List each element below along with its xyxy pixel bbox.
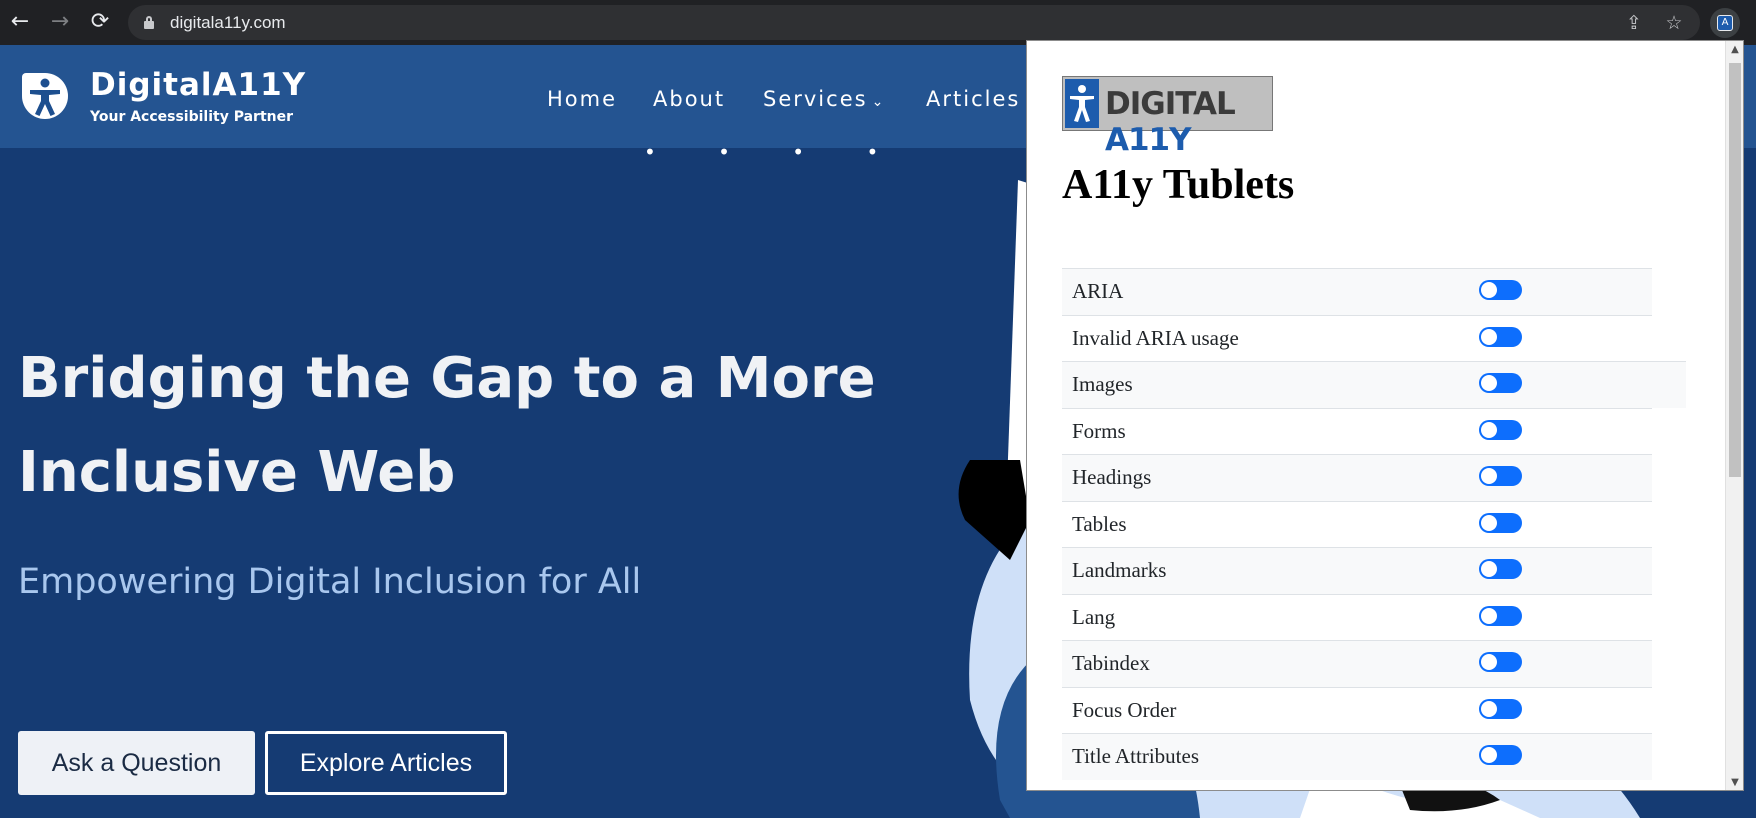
tablet-label: Forms (1072, 418, 1126, 443)
tablet-row-invalid-aria: Invalid ARIA usage (1062, 314, 1652, 361)
extension-button[interactable]: A (1710, 8, 1740, 38)
tablet-list: ARIA Invalid ARIA usage Images Forms Hea… (1062, 268, 1686, 780)
nav-about[interactable]: About (653, 87, 725, 111)
tablet-row-tabindex: Tabindex (1062, 640, 1652, 687)
tablet-label: Headings (1072, 465, 1152, 489)
accessibility-person-icon[interactable] (22, 73, 68, 119)
toggle-switch-forms[interactable] (1479, 419, 1522, 440)
tablet-row-landmarks: Landmarks (1062, 547, 1652, 594)
tablet-row-tables: Tables (1062, 500, 1652, 547)
address-bar[interactable]: digitala11y.com ⇪ ☆ (128, 5, 1700, 40)
accessibility-person-icon (1065, 79, 1099, 128)
toggle-switch-lang[interactable] (1479, 605, 1522, 626)
scroll-up-icon[interactable]: ▲ (1726, 41, 1743, 59)
scroll-down-icon[interactable]: ▼ (1726, 774, 1743, 790)
tablet-label: Tabindex (1072, 651, 1150, 675)
toggle-switch-tabindex[interactable] (1479, 652, 1522, 672)
tablet-label: Focus Order (1072, 697, 1177, 722)
carousel-dots[interactable]: • • • • (644, 140, 906, 164)
tablet-label: Lang (1072, 604, 1116, 629)
extension-popup: DIGITAL A11Y A11y Tublets ARIA Invalid A… (1026, 40, 1744, 791)
chevron-down-icon: ⌄ (871, 94, 886, 110)
logo-text-dark: DIGITAL (1105, 86, 1236, 122)
nav-home[interactable]: Home (547, 87, 617, 111)
tablet-label: Invalid ARIA usage (1072, 325, 1239, 350)
hero-subtitle: Empowering Digital Inclusion for All (18, 562, 642, 602)
tablet-row-title-attributes: Title Attributes (1062, 733, 1652, 780)
logo-text: DIGITAL A11Y (1105, 86, 1272, 158)
tablet-label: Images (1072, 372, 1133, 396)
forward-icon[interactable]: → (48, 10, 72, 34)
brand-name[interactable]: DigitalA11Y (90, 67, 306, 103)
toggle-switch-headings[interactable] (1479, 466, 1522, 486)
explore-articles-button[interactable]: Explore Articles (265, 731, 507, 795)
tablet-label: ARIA (1072, 279, 1124, 303)
reload-icon[interactable]: ⟳ (88, 10, 112, 34)
toggle-switch-invalid-aria[interactable] (1479, 326, 1522, 347)
tablet-label: Tables (1072, 511, 1127, 536)
accessibility-extension-icon: A (1717, 15, 1733, 31)
toggle-switch-focus-order[interactable] (1479, 698, 1522, 719)
nav-services[interactable]: Services ⌄ (763, 87, 885, 111)
ask-question-button[interactable]: Ask a Question (18, 731, 255, 795)
tablet-label: Title Attributes (1072, 744, 1199, 768)
back-icon[interactable]: ← (8, 10, 32, 34)
toggle-switch-images[interactable] (1479, 373, 1522, 393)
toggle-switch-tables[interactable] (1479, 512, 1522, 533)
tablet-row-aria: ARIA (1062, 268, 1652, 315)
browser-toolbar: ← → ⟳ digitala11y.com ⇪ ☆ A (0, 0, 1756, 45)
nav-articles[interactable]: Articles (926, 87, 1020, 111)
toggle-switch-aria[interactable] (1479, 280, 1522, 300)
lock-icon[interactable] (144, 16, 154, 29)
hero-title: Bridging the Gap to a More Inclusive Web (18, 346, 876, 505)
share-icon[interactable]: ⇪ (1622, 11, 1646, 35)
tablet-row-forms: Forms (1062, 407, 1652, 454)
tablet-row-headings: Headings (1062, 454, 1652, 501)
tablet-label: Landmarks (1072, 558, 1167, 582)
tablet-row-focus-order: Focus Order (1062, 686, 1652, 733)
logo-text-blue: A11Y (1105, 122, 1192, 158)
url-text[interactable]: digitala11y.com (170, 13, 286, 33)
tablet-row-lang: Lang (1062, 593, 1652, 640)
popup-scrollbar[interactable]: ▲ ▼ (1725, 41, 1743, 790)
popup-title: A11y Tublets (1062, 162, 1295, 208)
tablet-row-images: Images (1062, 361, 1686, 408)
toggle-switch-title-attributes[interactable] (1479, 745, 1522, 765)
digital-a11y-logo: DIGITAL A11Y (1062, 76, 1273, 158)
nav-services-label: Services (763, 87, 868, 111)
scrollbar-thumb[interactable] (1729, 63, 1741, 477)
star-icon[interactable]: ☆ (1662, 11, 1686, 35)
brand-tagline: Your Accessibility Partner (90, 109, 294, 125)
toggle-switch-landmarks[interactable] (1479, 559, 1522, 579)
